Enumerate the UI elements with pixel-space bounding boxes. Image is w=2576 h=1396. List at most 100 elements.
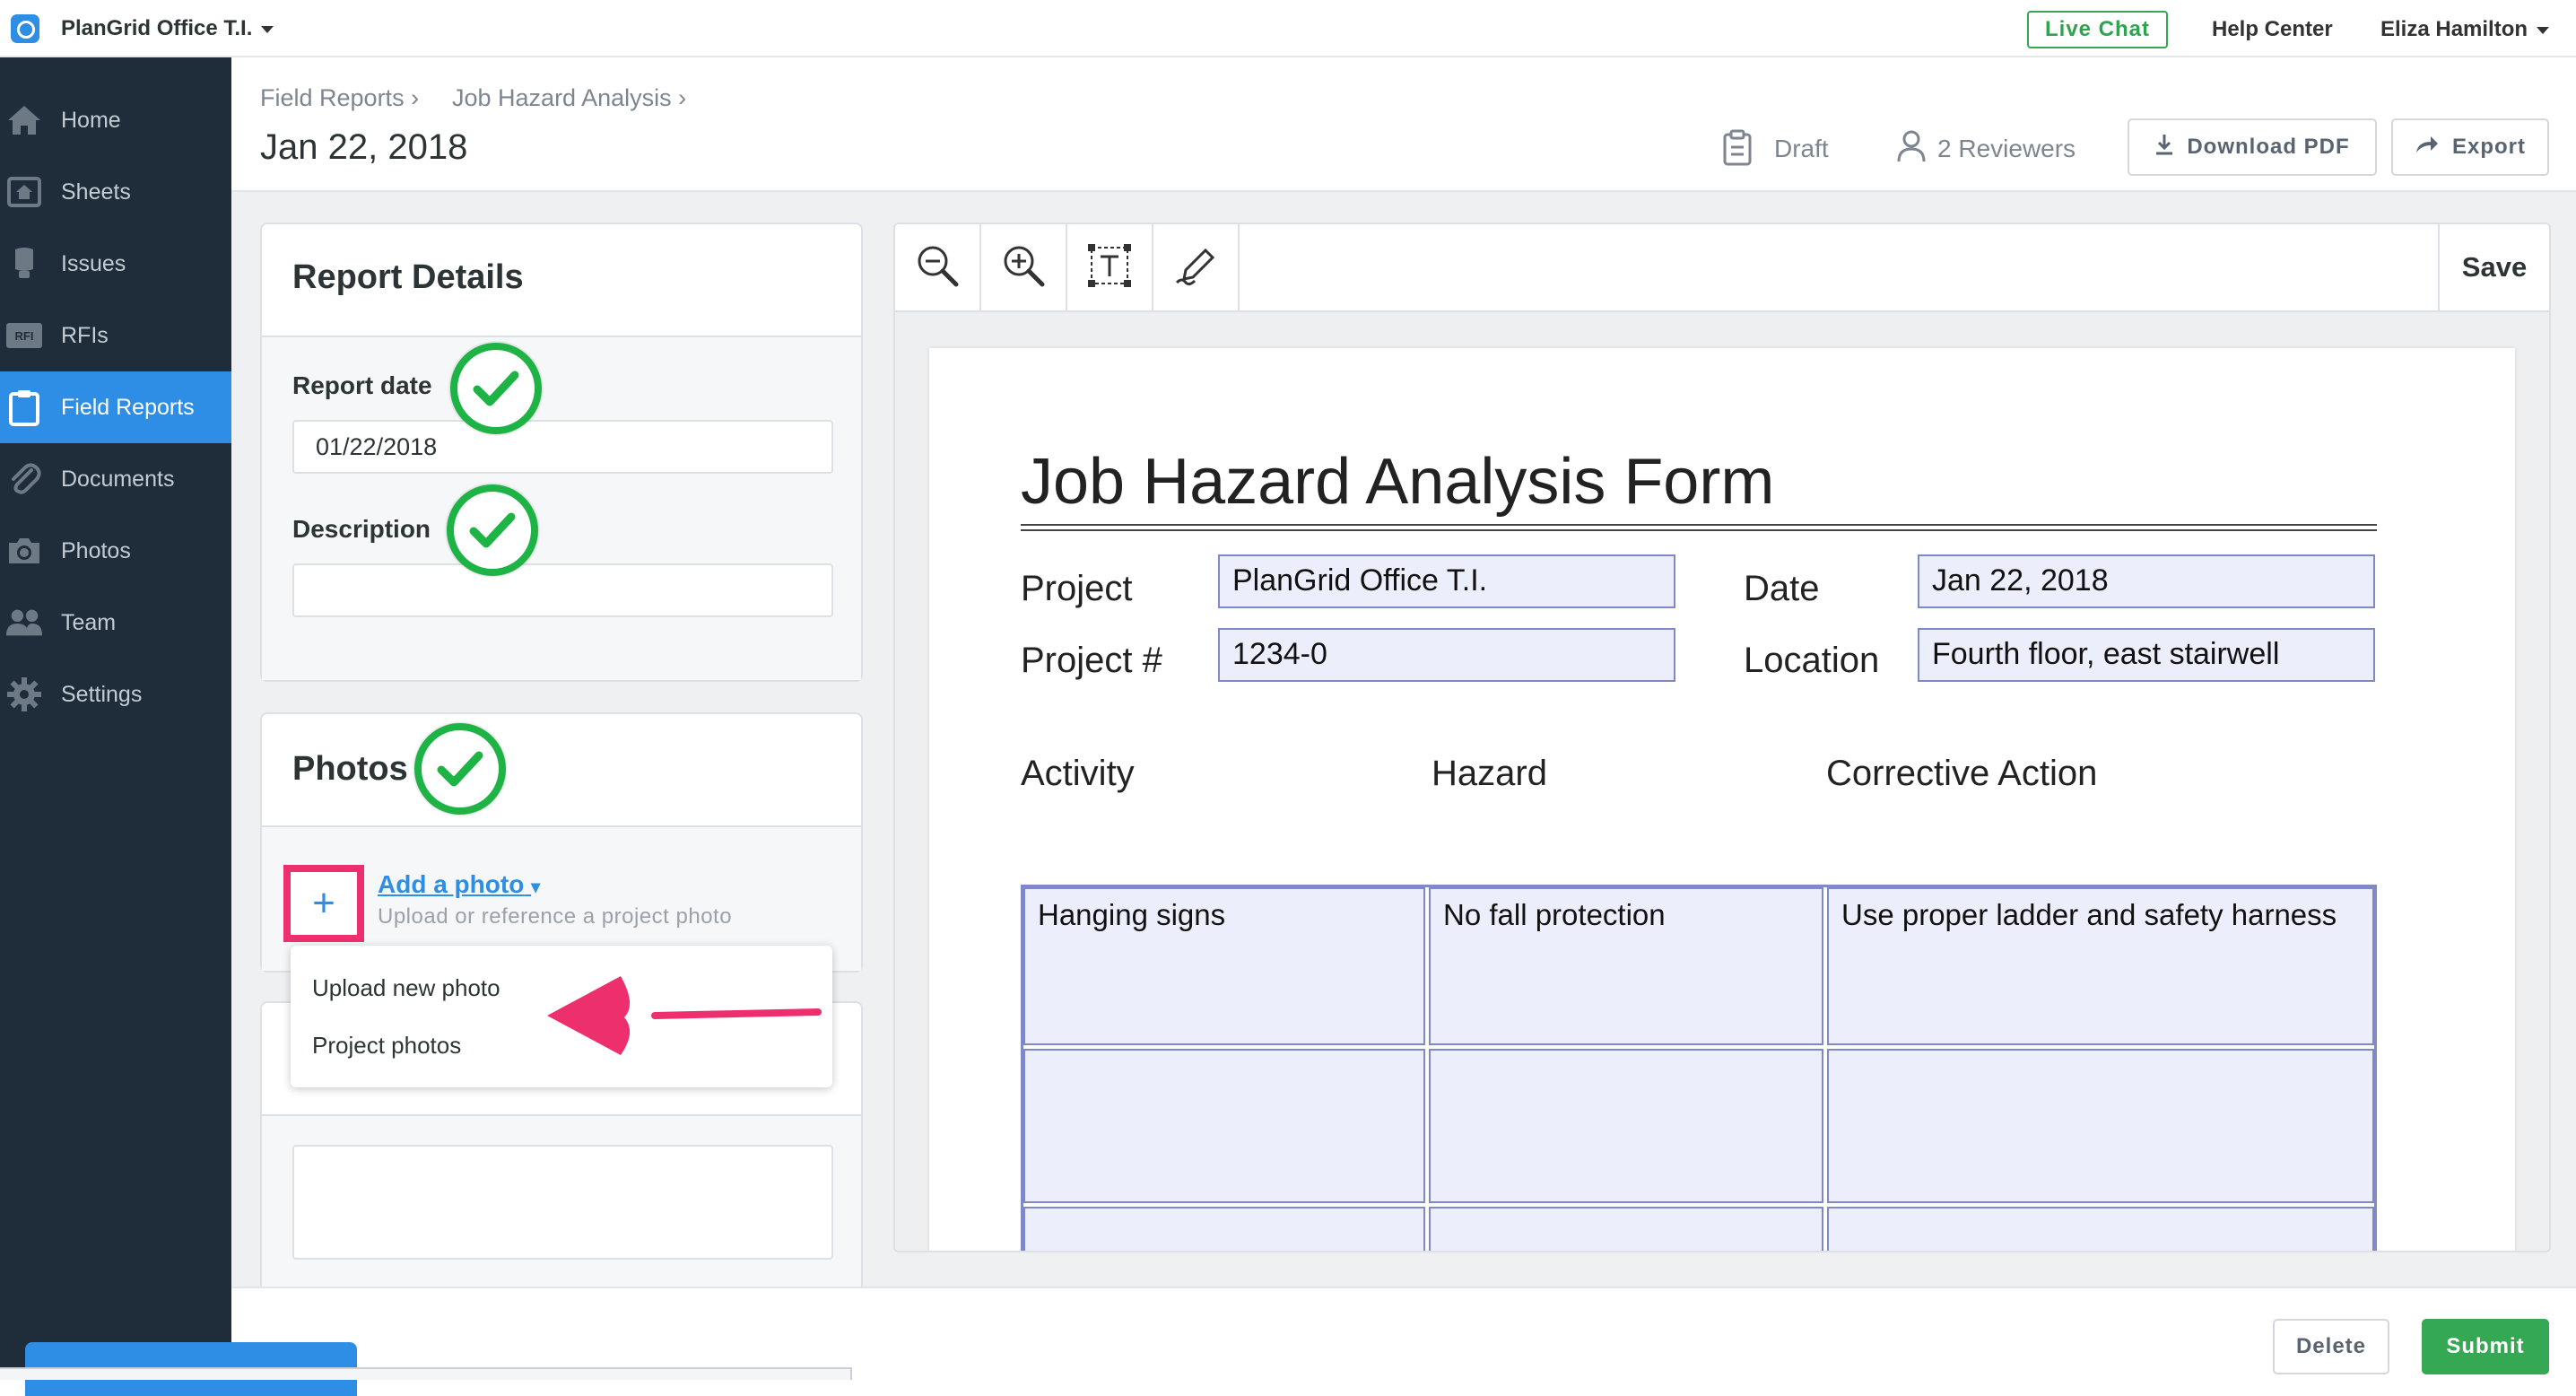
zoom-in-button[interactable] [981, 224, 1067, 310]
table-cell[interactable] [1023, 1207, 1425, 1251]
signature-button[interactable] [1153, 224, 1240, 310]
zoom-out-button[interactable] [895, 224, 981, 310]
hazard-column-header: Hazard [1432, 754, 1547, 793]
sidebar-item-rfis[interactable]: RFI RFIs [0, 300, 231, 371]
menu-item-project-photos[interactable]: Project photos [312, 1032, 461, 1060]
sidebar-item-label: RFIs [61, 322, 109, 348]
browser-status-bar [0, 1367, 852, 1380]
checkmark-icon [450, 343, 542, 434]
paperclip-icon [5, 460, 43, 498]
issues-icon [5, 245, 43, 283]
annotation-arrow-icon [547, 976, 822, 1055]
hazard-table: Hanging signs No fall protection Use pro… [1021, 885, 2377, 1251]
camera-icon [5, 532, 43, 570]
table-cell[interactable] [1827, 1207, 2374, 1251]
sidebar-item-label: Team [61, 609, 117, 635]
viewer-toolbar: Save [895, 224, 2549, 312]
caret-down-icon: ▾ [531, 877, 541, 897]
project-name: PlanGrid Office T.I. [61, 16, 253, 40]
signature-pen-icon [1173, 243, 1218, 292]
menu-item-upload-new-photo[interactable]: Upload new photo [312, 974, 500, 1002]
sidebar-item-label: Documents [61, 466, 175, 492]
sidebar-item-photos[interactable]: Photos [0, 515, 231, 587]
export-button[interactable]: Export [2391, 118, 2549, 176]
sidebar-item-sheets[interactable]: Sheets [0, 156, 231, 228]
home-icon [5, 101, 43, 139]
rfi-icon: RFI [5, 317, 43, 354]
checkmark-icon [414, 723, 506, 815]
breadcrumb-job-hazard-analysis[interactable]: Job Hazard Analysis › [452, 84, 686, 112]
table-cell[interactable] [1023, 1049, 1425, 1203]
table-cell[interactable]: Use proper ladder and safety harness [1827, 887, 2374, 1045]
add-photo-label: Add a photo [378, 870, 525, 898]
checkmark-icon [447, 484, 538, 576]
project-field[interactable]: PlanGrid Office T.I. [1218, 554, 1675, 608]
location-label: Location [1744, 641, 1880, 680]
project-label: Project [1021, 569, 1133, 608]
report-details-card: Report Details Report date 01/22/2018 De… [260, 222, 863, 682]
clipboard-icon [5, 388, 43, 426]
submit-button[interactable]: Submit [2422, 1319, 2549, 1374]
text-box-button[interactable] [1067, 224, 1153, 310]
sidebar-item-field-reports[interactable]: Field Reports [0, 371, 231, 443]
plangrid-logo-icon[interactable] [11, 14, 39, 43]
activity-column-header: Activity [1021, 754, 1135, 793]
add-photo-button[interactable]: + [283, 865, 364, 942]
sidebar-item-documents[interactable]: Documents [0, 443, 231, 515]
corrective-action-column-header: Corrective Action [1826, 754, 2098, 793]
plus-icon: + [312, 881, 335, 925]
download-pdf-button[interactable]: Download PDF [2128, 118, 2377, 176]
page-title: Jan 22, 2018 [260, 127, 468, 167]
sidebar-item-settings[interactable]: Settings [0, 659, 231, 730]
user-name: Eliza Hamilton [2380, 17, 2528, 41]
project-number-field[interactable]: 1234-0 [1218, 628, 1675, 682]
zoom-in-icon [1001, 243, 1046, 292]
sidebar-item-issues[interactable]: Issues [0, 228, 231, 300]
sidebar-item-team[interactable]: Team [0, 587, 231, 659]
report-date-label: Report date [292, 371, 432, 399]
date-field[interactable]: Jan 22, 2018 [1918, 554, 2375, 608]
document-viewer: Save Job Hazard Analysis Form Project Pl… [893, 222, 2551, 1252]
export-label: Export [2451, 135, 2526, 159]
breadcrumb-field-reports[interactable]: Field Reports › [260, 84, 419, 112]
table-cell[interactable]: Hanging signs [1023, 887, 1425, 1045]
status-badge: Draft [1774, 135, 1829, 162]
page-header: Field Reports › Job Hazard Analysis › Ja… [231, 57, 2576, 192]
project-selector[interactable]: PlanGrid Office T.I. [61, 16, 274, 41]
sidebar-item-label: Sheets [61, 179, 131, 205]
project-number-label: Project # [1021, 641, 1162, 680]
date-label: Date [1744, 569, 1820, 608]
save-button[interactable]: Save [2438, 224, 2549, 310]
table-cell[interactable] [1429, 1207, 1823, 1251]
reviewers-button[interactable]: 2 Reviewers [1937, 135, 2076, 163]
report-date-input[interactable]: 01/22/2018 [292, 420, 833, 474]
form-title: Job Hazard Analysis Form [1021, 446, 1775, 518]
photos-title: Photos [292, 750, 408, 788]
zoom-out-icon [915, 243, 960, 292]
svg-text:RFI: RFI [15, 329, 34, 343]
sidebar-item-label: Settings [61, 681, 143, 707]
add-photo-link[interactable]: Add a photo ▾ [378, 870, 540, 899]
live-chat-button[interactable]: Live Chat [2027, 11, 2168, 48]
text-box-icon [1087, 243, 1132, 292]
table-cell[interactable] [1429, 1049, 1823, 1203]
comments-textarea[interactable] [292, 1145, 833, 1260]
share-arrow-icon [2415, 135, 2440, 161]
caret-down-icon [261, 25, 274, 33]
location-field[interactable]: Fourth floor, east stairwell [1918, 628, 2375, 682]
table-cell[interactable] [1827, 1049, 2374, 1203]
caret-down-icon [2537, 26, 2550, 34]
delete-button[interactable]: Delete [2273, 1319, 2389, 1374]
gear-icon [5, 676, 43, 713]
clipboard-icon [1722, 129, 1753, 173]
table-cell[interactable]: No fall protection [1429, 887, 1823, 1045]
sidebar-item-label: Issues [61, 250, 126, 276]
sidebar-item-home[interactable]: Home [0, 84, 231, 156]
sidebar-item-label: Field Reports [61, 394, 195, 420]
user-menu[interactable]: Eliza Hamilton [2380, 17, 2550, 42]
description-input[interactable] [292, 563, 833, 617]
help-center-link[interactable]: Help Center [2212, 17, 2333, 42]
person-icon [1896, 129, 1927, 170]
sheets-icon [5, 173, 43, 211]
download-icon [2154, 133, 2174, 162]
